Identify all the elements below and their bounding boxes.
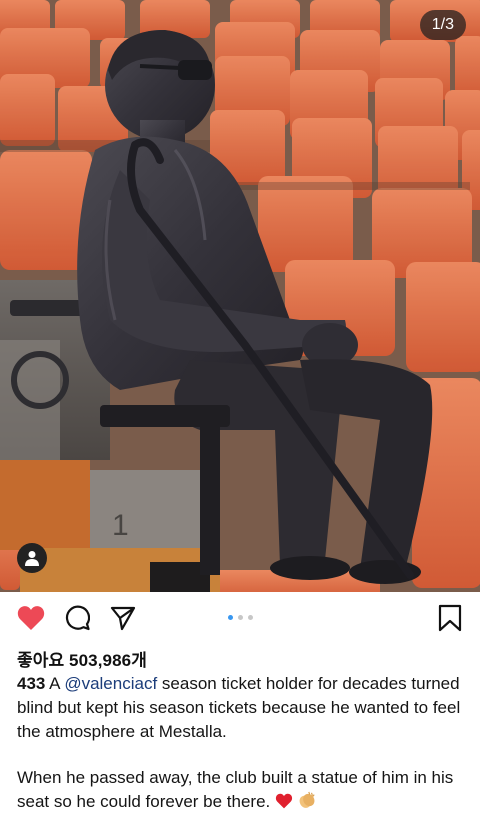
likes-count[interactable]: 좋아요 503,986개 bbox=[17, 646, 147, 671]
caption-text-2: When he passed away, the club built a st… bbox=[17, 768, 454, 811]
person-icon bbox=[25, 551, 39, 566]
carousel-indicator bbox=[228, 615, 253, 620]
heart-filled-icon bbox=[17, 606, 45, 630]
post-caption: 433 A @valenciacf season ticket holder f… bbox=[17, 672, 473, 814]
caption-paragraph-2: When he passed away, the club built a st… bbox=[17, 766, 473, 814]
heart-emoji-icon bbox=[275, 793, 293, 809]
send-icon bbox=[110, 606, 136, 631]
caption-prefix: A bbox=[49, 674, 60, 693]
svg-text:1: 1 bbox=[112, 509, 129, 542]
like-button[interactable] bbox=[15, 602, 47, 634]
comment-button[interactable] bbox=[61, 602, 93, 634]
share-button[interactable] bbox=[107, 602, 139, 634]
page-indicator: 1/3 bbox=[419, 10, 466, 40]
caption-paragraph-1: 433 A @valenciacf season ticket holder f… bbox=[17, 672, 473, 744]
caption-username[interactable]: 433 bbox=[17, 674, 45, 693]
carousel-dot-active bbox=[228, 615, 233, 620]
clapping-hands-emoji-icon bbox=[299, 791, 315, 808]
caption-mention-link[interactable]: @valenciacf bbox=[64, 674, 157, 693]
user-tag-icon[interactable] bbox=[17, 543, 47, 573]
save-button[interactable] bbox=[434, 602, 466, 634]
statue-photo-image: 1 bbox=[0, 0, 480, 592]
comment-icon bbox=[65, 605, 90, 631]
post-photo[interactable]: 1 1/3 bbox=[0, 0, 480, 592]
carousel-dot bbox=[248, 615, 253, 620]
carousel-dot bbox=[238, 615, 243, 620]
bookmark-icon bbox=[438, 604, 462, 632]
